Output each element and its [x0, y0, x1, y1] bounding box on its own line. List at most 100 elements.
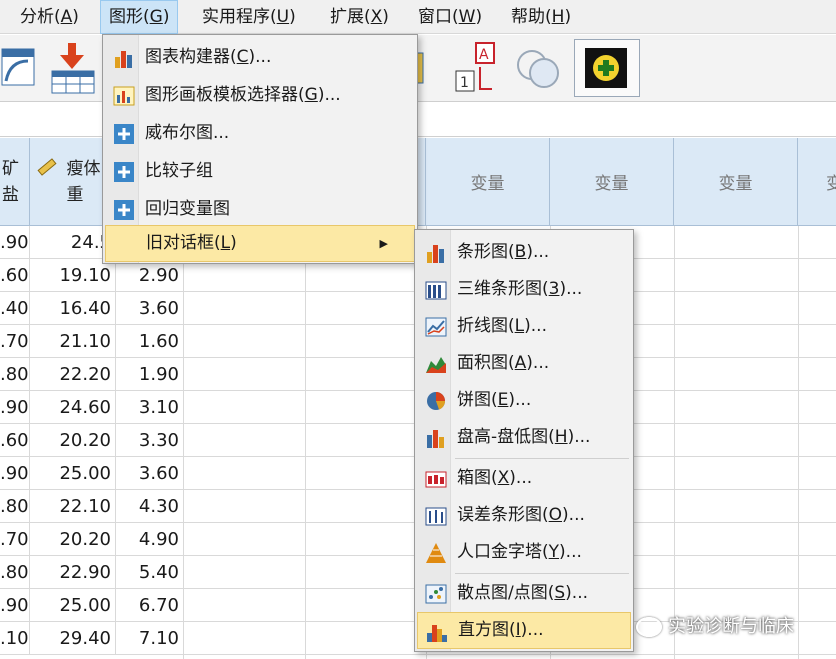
- boxplot-icon: [425, 471, 447, 488]
- svg-text:A: A: [479, 47, 489, 63]
- table-arrow-icon: [1, 48, 35, 86]
- table-cell[interactable]: .90: [0, 391, 30, 424]
- table-cell[interactable]: .40: [0, 292, 30, 325]
- table-cell[interactable]: .80: [0, 490, 30, 523]
- menu-item-weibull-plot[interactable]: 威布尔图...: [105, 115, 415, 152]
- menu-item-legacy-dialogs[interactable]: 旧对话框(L) ▶: [105, 225, 415, 262]
- svg-text:1: 1: [460, 75, 469, 91]
- graphs-menu: 图表构建器(C)... 图形画板模板选择器(G)... 威布尔图... 比较子组…: [102, 34, 418, 264]
- column-header-var4[interactable]: 变: [798, 138, 836, 226]
- column-header-var2[interactable]: 变量: [550, 138, 674, 226]
- table-cell[interactable]: 25.00: [30, 589, 116, 622]
- table-cell[interactable]: 5.40: [116, 556, 184, 589]
- pie-chart-icon: [427, 392, 445, 410]
- table-cell[interactable]: 22.20: [30, 358, 116, 391]
- table-cell[interactable]: 20.20: [30, 523, 116, 556]
- menu-item-high-low[interactable]: 盘高-盘低图(H)...: [417, 419, 631, 456]
- table-cell[interactable]: 20.20: [30, 424, 116, 457]
- table-cell[interactable]: 4.90: [116, 523, 184, 556]
- histogram-icon: [427, 625, 447, 642]
- table-cell[interactable]: 3.10: [116, 391, 184, 424]
- menu-graphs[interactable]: 图形(G): [100, 0, 179, 34]
- high-low-chart-icon: [427, 430, 444, 448]
- ruler-icon: [37, 158, 57, 176]
- table-cell[interactable]: 3.60: [116, 292, 184, 325]
- table-cell[interactable]: 6.70: [116, 589, 184, 622]
- plus-icon: [114, 124, 134, 144]
- table-cell[interactable]: .70: [0, 523, 30, 556]
- venn-circles-icon: [517, 50, 559, 88]
- menu-separator: [455, 573, 629, 574]
- menu-item-area[interactable]: 面积图(A)...: [417, 345, 631, 382]
- menu-item-template-chooser[interactable]: 图形画板模板选择器(G)...: [105, 77, 415, 114]
- table-cell[interactable]: 1.60: [116, 325, 184, 358]
- table-cell[interactable]: .80: [0, 556, 30, 589]
- menu-item-boxplot[interactable]: 箱图(X)...: [417, 460, 631, 497]
- down-arrow-table-icon: [51, 43, 95, 94]
- menu-separator: [455, 458, 629, 459]
- pyramid-icon: [426, 543, 446, 563]
- table-cell[interactable]: .60: [0, 259, 30, 292]
- table-cell[interactable]: .80: [0, 358, 30, 391]
- column-header-var1[interactable]: 变量: [426, 138, 550, 226]
- bar-chart-icon: [427, 245, 444, 263]
- menu-item-pie[interactable]: 饼图(E)...: [417, 382, 631, 419]
- menu-utilities[interactable]: 实用程序(U): [194, 0, 304, 34]
- table-cell[interactable]: 24.60: [30, 391, 116, 424]
- chart-builder-icon: [115, 51, 132, 68]
- table-cell[interactable]: 3.30: [116, 424, 184, 457]
- table-cell[interactable]: .90: [0, 226, 30, 259]
- menu-analyze[interactable]: 分析(A): [12, 0, 87, 34]
- menu-extensions[interactable]: 扩展(X): [322, 0, 397, 34]
- value-labels-icon: A1: [455, 42, 495, 92]
- plus-icon: [114, 200, 134, 220]
- area-chart-icon: [426, 357, 446, 373]
- add-extension-button[interactable]: [574, 39, 640, 97]
- table-cell[interactable]: 16.40: [30, 292, 116, 325]
- menu-item-histogram[interactable]: 直方图(I)...: [417, 612, 631, 649]
- menu-window[interactable]: 窗口(W): [410, 0, 490, 34]
- menu-item-3d-bar[interactable]: 三维条形图(3)...: [417, 271, 631, 308]
- use-sets-button[interactable]: [510, 39, 564, 97]
- menu-item-line[interactable]: 折线图(L)...: [417, 308, 631, 345]
- scatter-icon: [425, 584, 447, 604]
- submenu-arrow-icon: ▶: [379, 237, 388, 250]
- error-bar-icon: [425, 507, 447, 526]
- table-cell[interactable]: 7.10: [116, 622, 184, 655]
- line-chart-icon: [425, 317, 447, 337]
- menu-item-regression-variable-plots[interactable]: 回归变量图: [105, 191, 415, 228]
- menu-item-bar[interactable]: 条形图(B)...: [417, 234, 631, 271]
- watermark: 实验诊断与临床: [636, 612, 794, 642]
- menu-item-population-pyramid[interactable]: 人口金字塔(Y)...: [417, 534, 631, 571]
- plus-icon: [114, 162, 134, 182]
- table-cell[interactable]: 21.10: [30, 325, 116, 358]
- menu-help[interactable]: 帮助(H): [503, 0, 579, 34]
- menu-item-compare-subgroups[interactable]: 比较子组: [105, 153, 415, 190]
- table-cell[interactable]: 22.90: [30, 556, 116, 589]
- value-labels-button[interactable]: A1: [448, 39, 502, 97]
- table-cell[interactable]: .10: [0, 622, 30, 655]
- column-header-mineral[interactable]: 矿 盐: [0, 138, 30, 226]
- 3d-bar-chart-icon: [425, 281, 447, 300]
- insert-cases-button[interactable]: [46, 39, 100, 97]
- table-cell[interactable]: 1.90: [116, 358, 184, 391]
- template-chooser-icon: [113, 86, 135, 106]
- table-cell[interactable]: 3.60: [116, 457, 184, 490]
- green-plus-icon: [585, 48, 627, 88]
- table-cell[interactable]: .90: [0, 457, 30, 490]
- table-cell[interactable]: 4.30: [116, 490, 184, 523]
- table-cell[interactable]: .60: [0, 424, 30, 457]
- menubar: 分析(A) 图形(G) 实用程序(U) 扩展(X) 窗口(W) 帮助(H): [0, 0, 836, 34]
- table-cell[interactable]: 22.10: [30, 490, 116, 523]
- menu-item-chart-builder[interactable]: 图表构建器(C)...: [105, 39, 415, 76]
- table-cell[interactable]: 29.40: [30, 622, 116, 655]
- chat-bubble-icon: [636, 617, 662, 637]
- table-cell[interactable]: 25.00: [30, 457, 116, 490]
- table-cell[interactable]: .90: [0, 589, 30, 622]
- menu-item-scatter-dot[interactable]: 散点图/点图(S)...: [417, 575, 631, 612]
- transpose-data-button[interactable]: [0, 39, 42, 97]
- column-header-var3[interactable]: 变量: [674, 138, 798, 226]
- table-cell[interactable]: .70: [0, 325, 30, 358]
- menu-item-error-bar[interactable]: 误差条形图(O)...: [417, 497, 631, 534]
- legacy-dialogs-submenu: 条形图(B)... 三维条形图(3)... 折线图(L)... 面积图(A)..…: [414, 229, 634, 652]
